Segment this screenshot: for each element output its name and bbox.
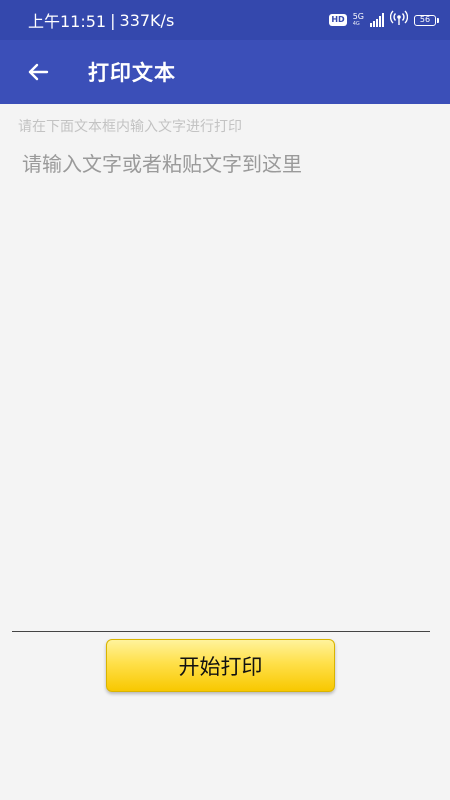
status-right: HD 5G 4G 56 <box>329 10 439 30</box>
status-separator: | <box>110 10 116 30</box>
signal-strength-icon <box>370 13 384 27</box>
battery-level: 56 <box>419 15 431 24</box>
network-sub-type: 4G <box>352 21 360 27</box>
status-bar: 上午11:51 | 337K/s HD 5G 4G 56 <box>0 0 450 40</box>
page-title: 打印文本 <box>88 61 176 85</box>
network-type-indicator: 5G 4G <box>352 12 364 28</box>
network-speed: 337K/s <box>119 10 175 30</box>
print-text-input[interactable] <box>12 140 430 632</box>
app-bar: 打印文本 <box>0 40 450 104</box>
hotspot-icon <box>389 10 409 30</box>
status-left: 上午11:51 | 337K/s <box>28 8 174 32</box>
battery-icon: 56 <box>414 14 439 26</box>
hd-badge: HD <box>329 14 347 26</box>
input-hint: 请在下面文本框内输入文字进行打印 <box>18 119 242 135</box>
status-time: 上午11:51 <box>28 12 107 31</box>
start-print-button[interactable]: 开始打印 <box>106 639 335 692</box>
back-button[interactable] <box>20 54 56 90</box>
network-type: 5G <box>352 12 364 21</box>
arrow-left-icon <box>28 63 49 81</box>
